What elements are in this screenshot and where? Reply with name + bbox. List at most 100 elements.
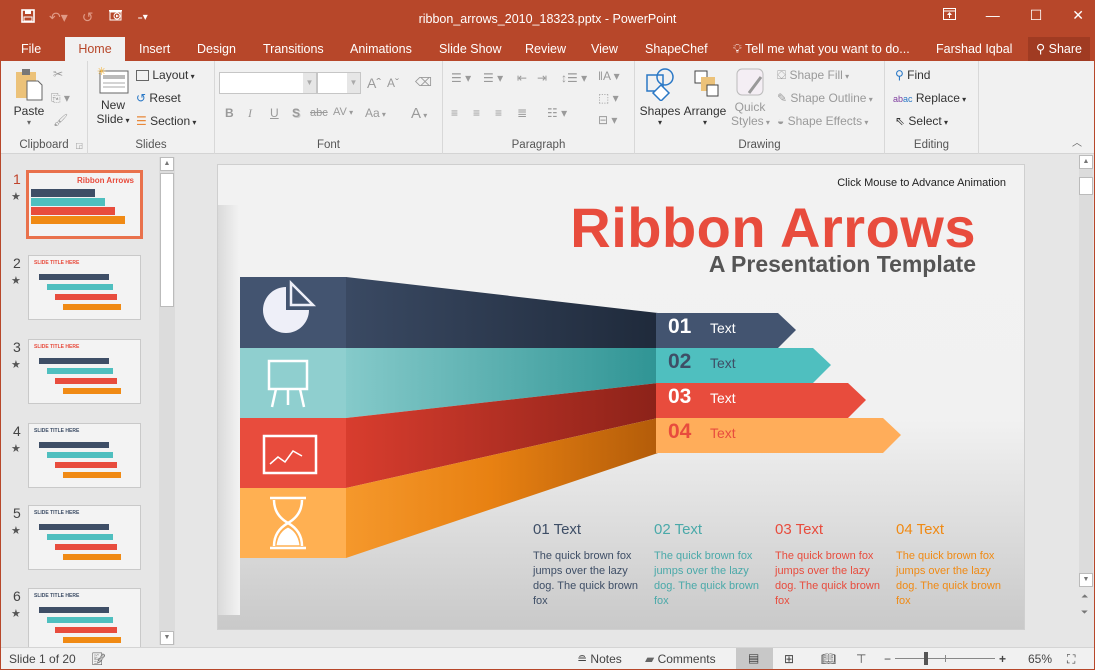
italic-button[interactable]: I (248, 106, 252, 121)
new-slide-button[interactable]: ✳ New Slide ▾ (96, 65, 130, 126)
spell-check-icon[interactable]: 📝︎ (91, 652, 106, 666)
shadow-button[interactable]: S (292, 106, 300, 120)
section-button[interactable]: ☰ Section ▾ (136, 114, 196, 128)
tell-me-text: Tell me what you want to do... (745, 42, 910, 56)
tab-shapechef[interactable]: ShapeChef (635, 37, 718, 61)
next-slide-icon[interactable]: ⏷ (1081, 607, 1088, 618)
numbering-icon[interactable]: ☰ ▾ (483, 71, 503, 85)
tab-animations[interactable]: Animations (340, 37, 422, 61)
quick-styles-button[interactable]: Quick Styles ▾ (731, 67, 770, 128)
character-spacing-button[interactable]: AV ▾ (333, 106, 353, 118)
font-size-select[interactable]: ▼ (317, 72, 361, 94)
minimize-icon[interactable]: — (986, 7, 1000, 24)
slide-sorter-icon[interactable]: ⊞ (784, 652, 794, 666)
person-add-icon: ⚲ (1036, 42, 1046, 56)
slide-canvas[interactable]: 01 Text 02 Text 03 Text 04 Text Click Mouse to … (217, 164, 1025, 630)
bold-button[interactable]: B (225, 106, 234, 120)
collapse-ribbon-icon[interactable]: ︿ (1072, 134, 1082, 149)
clear-formatting-icon[interactable]: ⌫ (415, 75, 432, 89)
shape-outline-button[interactable]: ✎ Shape Outline ▾ (777, 91, 873, 105)
shapes-button[interactable]: Shapes ▾ (639, 67, 681, 127)
columns-icon[interactable]: ☷ ▾ (547, 106, 567, 120)
slide-thumbnail[interactable]: SLIDE TITLE HERE (28, 505, 141, 570)
select-button[interactable]: ⇖ Select ▾ (895, 114, 948, 128)
align-left-icon[interactable]: ≡ (451, 106, 458, 120)
zoom-slider-thumb[interactable] (923, 652, 928, 665)
bullets-icon[interactable]: ☰ ▾ (451, 71, 471, 85)
reading-view-icon[interactable]: 📖︎ (821, 652, 836, 666)
scroll-up-icon[interactable]: ▲ (1079, 155, 1093, 169)
align-center-icon[interactable]: ≡ (473, 106, 480, 120)
slide-subtitle[interactable]: A Presentation Template (709, 251, 976, 278)
slide-thumbnail[interactable]: SLIDE TITLE HERE (28, 339, 141, 404)
cut-icon[interactable]: ✂ (53, 67, 63, 81)
animation-star-icon: ★ (11, 275, 21, 287)
strikethrough-button[interactable]: abc (310, 107, 328, 119)
paste-button[interactable]: Paste ▾ (11, 67, 47, 127)
thumbnail-title: SLIDE TITLE HERE (34, 593, 80, 599)
arrange-button[interactable]: Arrange ▾ (683, 67, 727, 127)
tab-home[interactable]: Home (65, 37, 125, 61)
smartart-icon[interactable]: ⊟ ▾ (598, 113, 617, 127)
scroll-up-icon[interactable]: ▲ (160, 157, 174, 171)
share-button[interactable]: ⚲ Share (1028, 37, 1090, 61)
align-text-icon[interactable]: ⬚ ▾ (598, 91, 619, 105)
tell-me-box[interactable]: 💡︎ Tell me what you want to do... (723, 37, 920, 61)
user-name[interactable]: Farshad Iqbal (926, 37, 1022, 61)
decrease-indent-icon[interactable]: ⇤ (517, 71, 527, 85)
replace-button[interactable]: abac Replace ▾ (893, 91, 966, 105)
align-right-icon[interactable]: ≡ (495, 106, 502, 120)
tab-file[interactable]: File (11, 37, 51, 61)
normal-view-button[interactable]: ▤ (736, 648, 773, 669)
zoom-level[interactable]: 65% (1028, 652, 1052, 666)
shape-effects-button[interactable]: ◒ Shape Effects ▾ (777, 114, 868, 128)
decrease-font-size-icon[interactable]: Aˇ (387, 76, 399, 90)
animation-star-icon: ★ (11, 191, 21, 203)
font-color-button[interactable]: A ▾ (411, 105, 427, 122)
tab-transitions[interactable]: Transitions (253, 37, 334, 61)
scroll-thumb[interactable] (160, 173, 174, 307)
underline-button[interactable]: U (270, 106, 279, 120)
thumbnails-scrollbar[interactable]: ▲ ▼ (159, 157, 175, 645)
layout-button[interactable]: Layout ▾ (136, 68, 195, 82)
tab-view[interactable]: View (581, 37, 628, 61)
increase-indent-icon[interactable]: ⇥ (537, 71, 547, 85)
tab-insert[interactable]: Insert (129, 37, 180, 61)
fit-to-window-icon[interactable]: ⛶ (1067, 652, 1075, 667)
reset-button[interactable]: ↺ Reset (136, 91, 181, 105)
slide-thumbnails-pane: ▲ ▼ 1 ★ Ribbon Arrows 2 ★ SLIDE TITLE HERE 3 ★ S… (1, 155, 179, 653)
scroll-down-icon[interactable]: ▼ (160, 631, 174, 645)
ribbon-display-options-icon[interactable] (942, 7, 956, 24)
zoom-slider[interactable] (895, 652, 995, 665)
font-name-select[interactable]: ▼ (219, 72, 317, 94)
editor-scrollbar[interactable]: ▲ ▼ ⏶ ⏷ (1078, 155, 1094, 647)
zoom-in-icon[interactable]: + (999, 652, 1006, 666)
slide-thumbnail[interactable]: SLIDE TITLE HERE (28, 588, 141, 653)
comments-button[interactable]: ▰ Comments (645, 652, 716, 666)
find-button[interactable]: ⚲ Find (895, 68, 930, 82)
text-direction-icon[interactable]: ‖A ▾ (598, 69, 620, 83)
notes-button[interactable]: ≘ Notes (577, 652, 622, 666)
slide-show-icon[interactable]: ⊤ (856, 652, 866, 666)
slide-thumbnail[interactable]: SLIDE TITLE HERE (28, 423, 141, 488)
ribbon-number: 02 (668, 350, 692, 373)
shape-fill-button[interactable]: ⛋ Shape Fill ▾ (777, 68, 849, 83)
copy-icon[interactable]: ⎘ ▾ (51, 91, 70, 106)
change-case-button[interactable]: Aa ▾ (365, 106, 386, 120)
increase-font-size-icon[interactable]: Aˆ (367, 75, 381, 91)
dialog-launcher-icon[interactable]: ◲ (75, 141, 83, 150)
justify-icon[interactable]: ≣ (517, 106, 527, 120)
format-painter-icon[interactable]: 🖌︎ (53, 113, 68, 127)
slide-thumbnail[interactable]: SLIDE TITLE HERE (28, 255, 141, 320)
tab-review[interactable]: Review (515, 37, 576, 61)
slide-thumbnail[interactable]: Ribbon Arrows (26, 170, 143, 239)
maximize-icon[interactable]: ☐ (1030, 7, 1043, 24)
scroll-thumb[interactable] (1079, 177, 1093, 195)
line-spacing-icon[interactable]: ↕☰ ▾ (561, 71, 587, 85)
zoom-out-icon[interactable]: − (884, 652, 891, 666)
scroll-down-icon[interactable]: ▼ (1079, 573, 1093, 587)
close-icon[interactable]: ✕ (1072, 7, 1084, 24)
tab-slide-show[interactable]: Slide Show (429, 37, 512, 61)
tab-design[interactable]: Design (187, 37, 246, 61)
previous-slide-icon[interactable]: ⏶ (1081, 591, 1088, 602)
